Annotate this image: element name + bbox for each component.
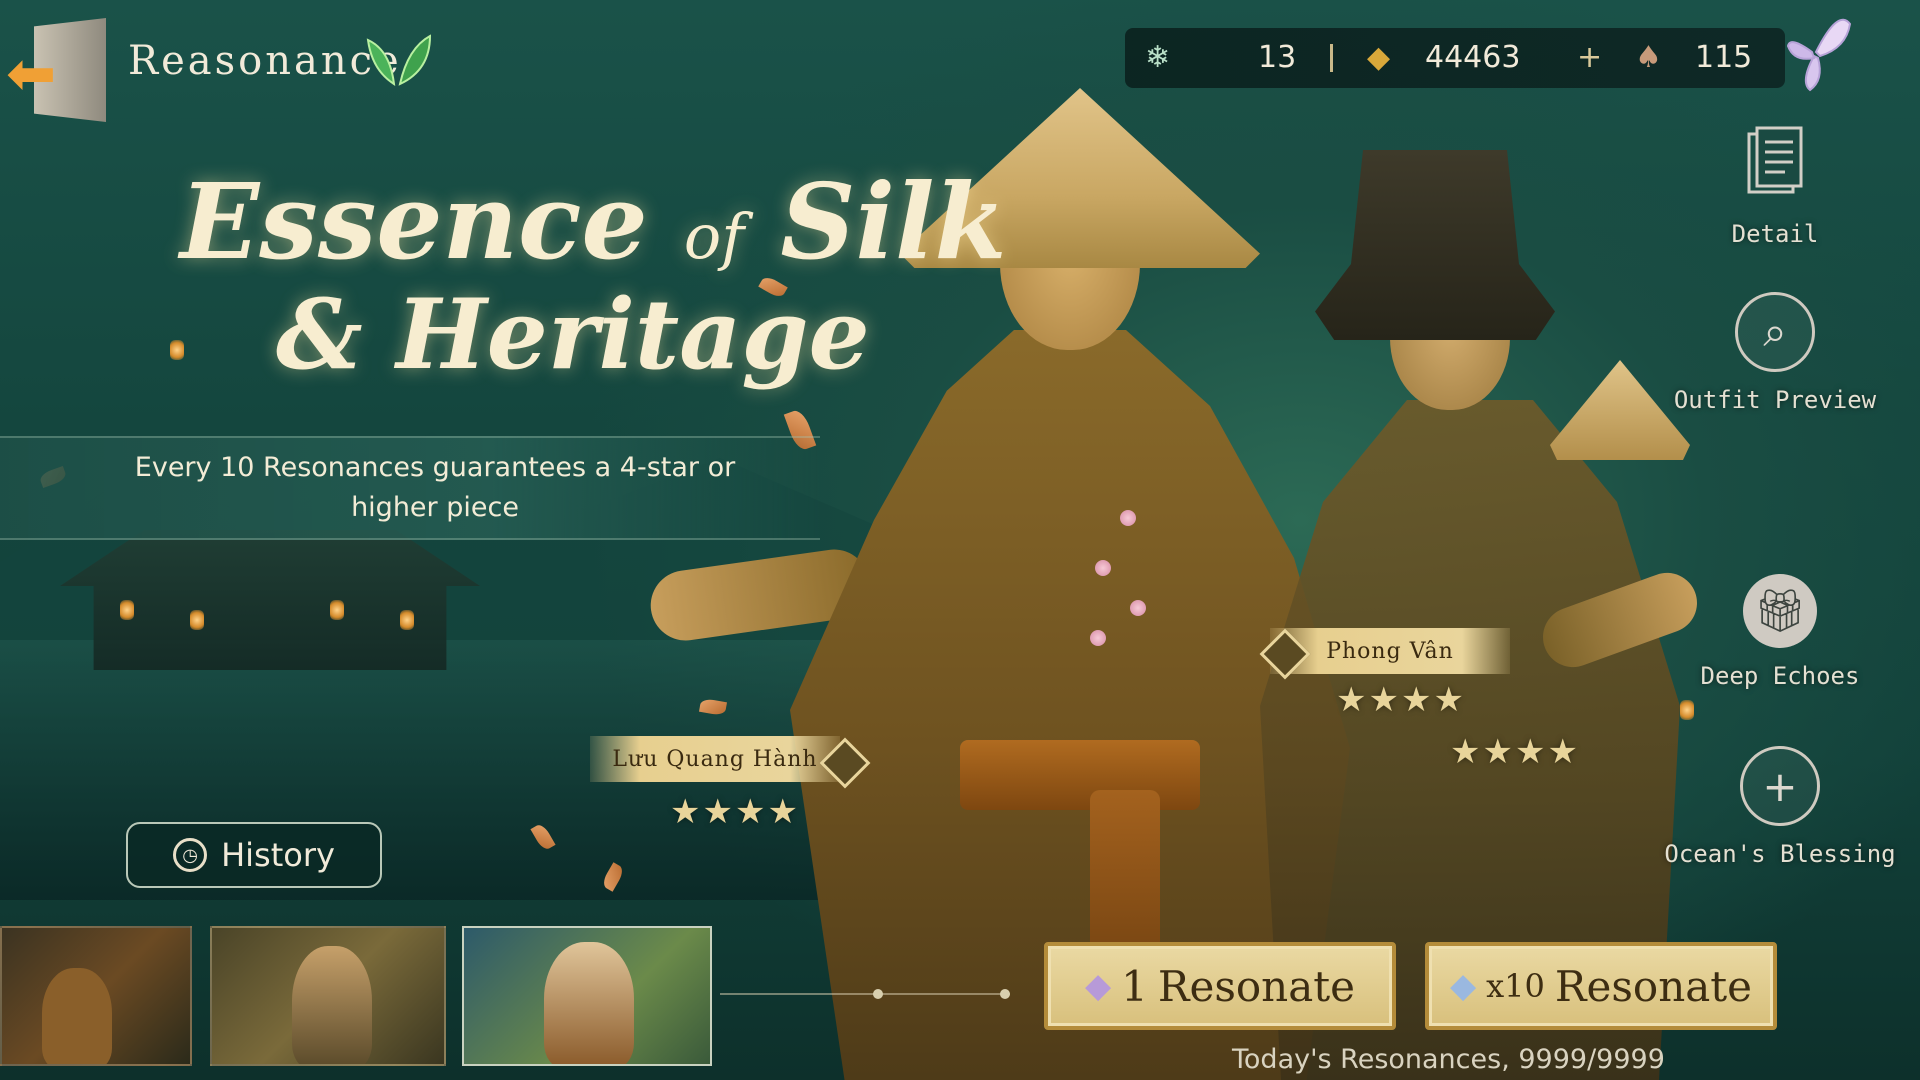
outfit-preview-button[interactable]: ⌕ Outfit Preview: [1660, 292, 1890, 414]
gold-leaf-icon: ◆: [1367, 40, 1391, 75]
guarantee-text: Every 10 Resonances guarantees a 4-star …: [134, 452, 736, 523]
oceans-blessing-button[interactable]: + Ocean's Blessing: [1660, 746, 1900, 868]
oceans-blessing-label: Ocean's Blessing: [1664, 840, 1896, 868]
resonate-once-button[interactable]: ◆ 1 Resonate: [1044, 942, 1396, 1030]
exit-button[interactable]: ⬅: [6, 18, 106, 122]
rarity-stars-secondary: ★★★★: [1450, 732, 1580, 772]
currency-feather-count: 115: [1695, 40, 1753, 75]
currency-gold-count: 44463: [1425, 40, 1521, 75]
currency-crystal-count: 13: [1258, 40, 1297, 75]
currency-divider: [1330, 44, 1333, 72]
outfit-preview-label: Outfit Preview: [1673, 386, 1877, 414]
banner-title-line2: & Heritage: [276, 278, 870, 391]
guarantee-banner: Every 10 Resonances guarantees a 4-star …: [0, 436, 820, 540]
resonate-once-count: 1: [1121, 961, 1148, 1011]
butterfly-icon[interactable]: [1780, 12, 1852, 92]
title-word-silk: Silk: [780, 160, 1007, 283]
banner-thumbnail[interactable]: [0, 926, 192, 1066]
lantern: [190, 610, 204, 630]
embroidered-flower: [1120, 510, 1136, 526]
crystal-icon: ◆: [1449, 966, 1477, 1006]
resonate-ten-button[interactable]: ◆ x10 Resonate: [1425, 942, 1777, 1030]
detail-button[interactable]: Detail: [1700, 126, 1850, 248]
carousel-track: [720, 993, 1010, 995]
magnifier-icon: ⌕: [1735, 292, 1815, 372]
carousel-dot[interactable]: [1000, 989, 1010, 999]
title-word-of: of: [683, 200, 745, 273]
character-nameplate[interactable]: Lưu Quang Hành: [590, 736, 840, 782]
lantern: [400, 610, 414, 630]
firefly: [1680, 700, 1694, 720]
banner-thumbnail-selected[interactable]: [462, 926, 712, 1066]
daily-resonance-count: Today's Resonances, 9999/9999: [1232, 1044, 1665, 1075]
feather-shell-icon: ♠: [1635, 40, 1662, 75]
plus-icon: +: [1740, 746, 1820, 826]
embroidered-flower: [1095, 560, 1111, 576]
rarity-stars: ★★★★: [670, 792, 800, 832]
snowflake-crystal-icon: ❄: [1145, 40, 1171, 75]
title-word-essence: Essence: [180, 160, 648, 283]
carousel-dot[interactable]: [873, 989, 883, 999]
history-label: History: [221, 836, 335, 874]
clock-icon: ◷: [173, 838, 208, 872]
lantern: [330, 600, 344, 620]
character-name: Phong Vân: [1326, 638, 1454, 664]
deep-echoes-button[interactable]: 🎁︎ Deep Echoes: [1680, 574, 1880, 690]
resonate-ten-label: Resonate: [1554, 961, 1753, 1011]
embroidered-flower: [1090, 630, 1106, 646]
history-button[interactable]: ◷ History: [126, 822, 382, 888]
document-icon: [1747, 126, 1803, 194]
thumbnail-figure: [42, 968, 112, 1064]
banner-thumbnail[interactable]: [210, 926, 446, 1066]
bucket-hat: [1315, 150, 1555, 340]
thumbnail-figure: [544, 942, 634, 1064]
gift-icon: 🎁︎: [1743, 574, 1817, 648]
character-name: Lưu Quang Hành: [612, 746, 818, 772]
rarity-stars: ★★★★: [1336, 680, 1466, 720]
banner-title-line1: Essence of Silk: [180, 160, 1007, 283]
thumbnail-figure: [292, 946, 372, 1064]
embroidered-flower: [1130, 600, 1146, 616]
add-currency-button[interactable]: +: [1577, 40, 1602, 75]
resonate-once-label: Resonate: [1157, 961, 1356, 1011]
crystal-icon: ◆: [1084, 966, 1112, 1006]
back-arrow-icon: ⬅: [6, 39, 57, 109]
lantern: [120, 600, 134, 620]
firefly: [170, 340, 184, 360]
robe-sash: [960, 740, 1200, 810]
green-leaves-icon: [366, 34, 432, 86]
deep-echoes-label: Deep Echoes: [1700, 662, 1860, 690]
resonate-ten-count: x10: [1486, 967, 1545, 1005]
currency-bar: ❄ 13 ◆ 44463 + ♠ 115: [1125, 28, 1785, 88]
detail-label: Detail: [1731, 220, 1819, 248]
